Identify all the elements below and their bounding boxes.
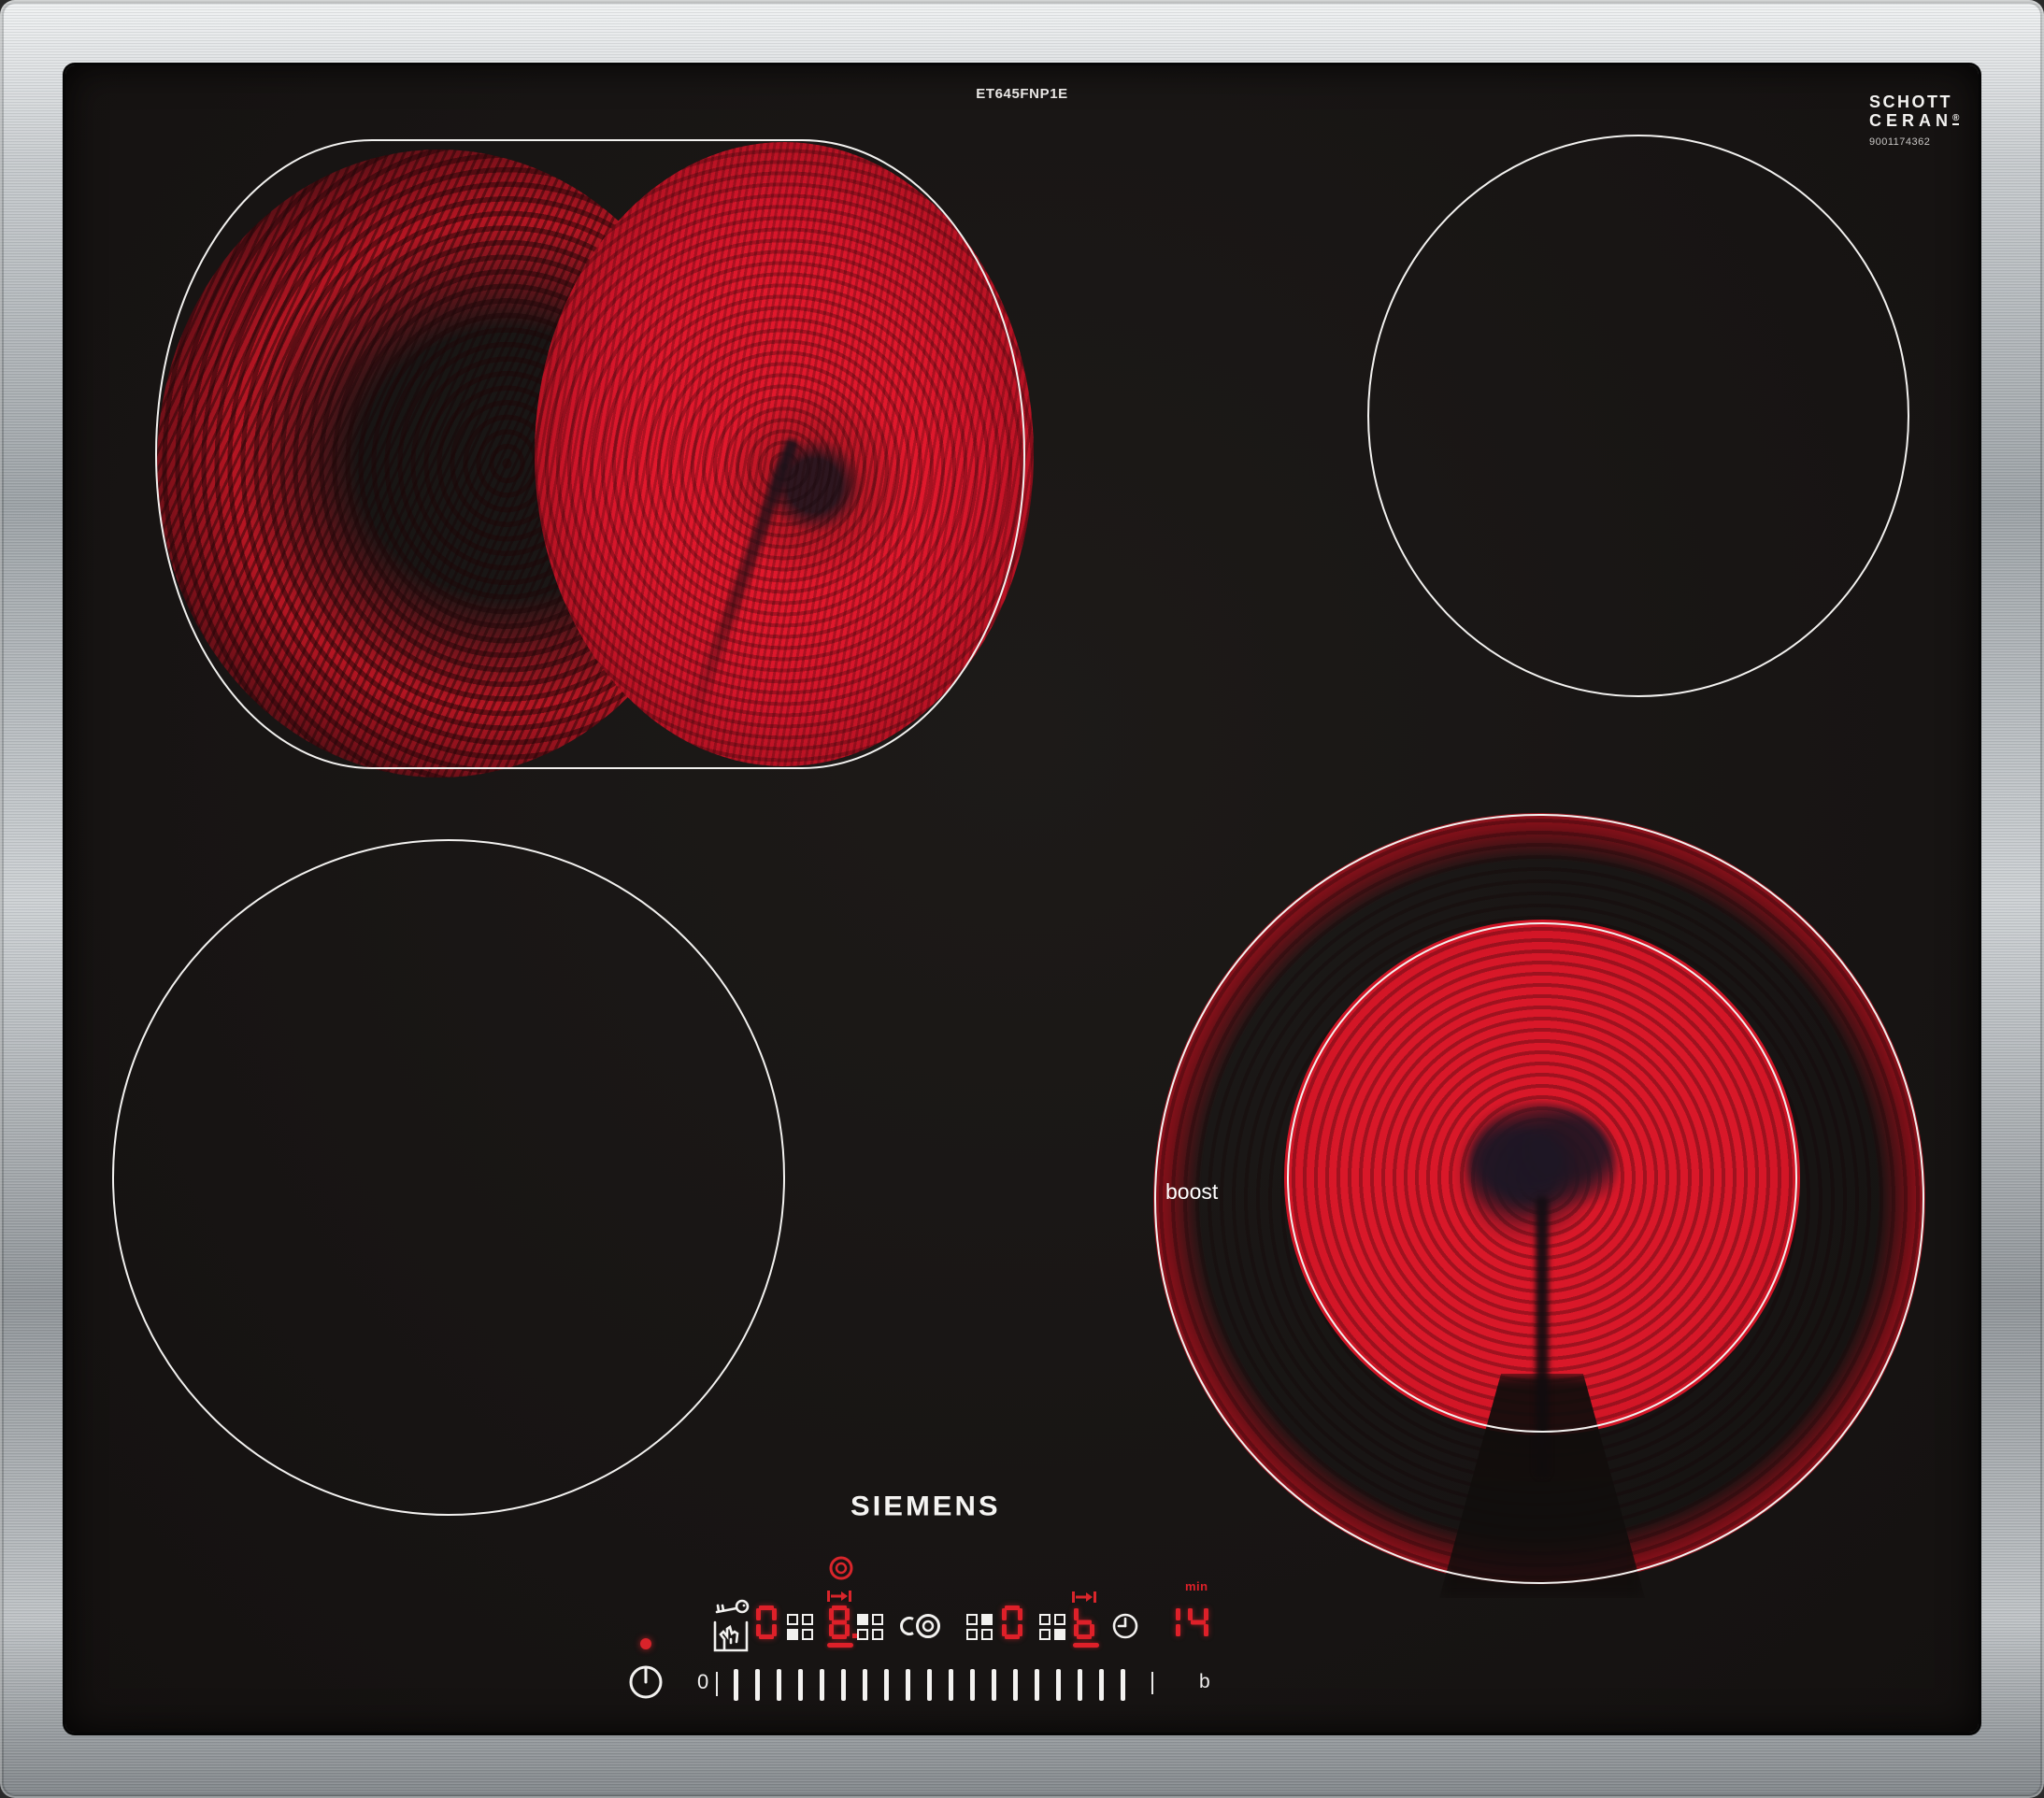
zone-square [1039, 1629, 1051, 1640]
glass-code: 9001174362 [1869, 136, 1931, 148]
slider-tick[interactable] [777, 1669, 781, 1701]
zone-square [981, 1629, 993, 1640]
model-number: ET645FNP1E [976, 86, 1068, 102]
timer-display [1159, 1605, 1215, 1640]
zone-indicator-3 [966, 1614, 993, 1640]
slider-tick[interactable] [734, 1669, 738, 1701]
slider-tick[interactable] [798, 1669, 803, 1701]
zone-extend-icon-2[interactable] [1071, 1590, 1097, 1605]
registered-mark: ® [1952, 113, 1960, 125]
timer-unit-label: min [1185, 1579, 1208, 1593]
slider-tick[interactable] [970, 1669, 975, 1701]
zone-square [787, 1614, 798, 1625]
slider-boost-label: b [1199, 1671, 1210, 1692]
slider-tick[interactable] [927, 1669, 932, 1701]
zone-square [872, 1614, 883, 1625]
zone-display-4 [1073, 1605, 1101, 1640]
zone-selected-underline-2 [1073, 1643, 1099, 1648]
slider-tick[interactable] [841, 1669, 846, 1701]
schott-logo-line1: SCHOTT [1869, 93, 1952, 111]
slider-tick[interactable] [1056, 1669, 1061, 1701]
front-right-element-shadow [1536, 1196, 1549, 1477]
zone-selected-underline-1 [827, 1643, 853, 1648]
schott-ceran-logo: SCHOTT CERAN® 9001174362 [1869, 93, 1960, 148]
zone-square [1054, 1614, 1065, 1625]
zone-square [1039, 1614, 1051, 1625]
front-left-zone-outline [112, 839, 785, 1516]
slider-tick[interactable] [992, 1669, 996, 1701]
zone-display-1 [755, 1605, 783, 1640]
zone-square [872, 1629, 883, 1640]
touch-hand-icon [719, 1624, 739, 1651]
zone-display-3 [1001, 1605, 1029, 1640]
zone-square-filled [1054, 1629, 1065, 1640]
back-right-zone-outline [1367, 135, 1909, 697]
schott-logo-line2: CERAN® [1869, 111, 1960, 130]
slider-tick[interactable] [1121, 1669, 1125, 1701]
zone-square [857, 1629, 868, 1640]
dual-zone-indicator-icon [829, 1556, 853, 1580]
zone-square-filled [857, 1614, 868, 1625]
slider-tick[interactable] [884, 1669, 889, 1701]
slider-tick[interactable] [1078, 1669, 1082, 1701]
slider-ticks[interactable] [734, 1669, 1125, 1701]
timer-clock-icon[interactable] [1111, 1612, 1139, 1640]
slider-tick[interactable] [906, 1669, 910, 1701]
zone-indicator-4 [1039, 1614, 1065, 1640]
slider-tick[interactable] [1099, 1669, 1104, 1701]
slider-tick[interactable] [755, 1669, 760, 1701]
slider-tick[interactable] [1013, 1669, 1018, 1701]
slider-tick[interactable] [863, 1669, 867, 1701]
zone-square [966, 1614, 978, 1625]
zone-extend-icon-1[interactable] [826, 1589, 852, 1604]
child-lock-key-icon[interactable] [710, 1598, 751, 1654]
zone-square [966, 1629, 978, 1640]
slider-zero-label: 0 [697, 1670, 709, 1693]
cooktop-frame: ET645FNP1E SCHOTT CERAN® 9001174362 SIEM… [0, 0, 2044, 1798]
power-slider[interactable]: 0 b [687, 1662, 1238, 1706]
slider-start-tick [716, 1672, 718, 1696]
zone-square-filled [787, 1629, 798, 1640]
power-button[interactable] [627, 1663, 665, 1701]
power-on-indicator-dot [640, 1638, 651, 1649]
zone-indicator-2 [857, 1614, 883, 1640]
zone-indicator-1 [787, 1614, 813, 1640]
brand-logo: SIEMENS [850, 1490, 1001, 1522]
slider-tick[interactable] [949, 1669, 953, 1701]
glass-surface: ET645FNP1E SCHOTT CERAN® 9001174362 SIEM… [65, 65, 1979, 1733]
zone-square-filled [981, 1614, 993, 1625]
slider-tick[interactable] [1035, 1669, 1039, 1701]
pan-zone-icon [900, 1614, 940, 1638]
slider-end-tick [1151, 1672, 1153, 1694]
slider-tick[interactable] [820, 1669, 824, 1701]
zone-square [802, 1614, 813, 1625]
boost-label: boost [1165, 1179, 1219, 1204]
zone-square [802, 1629, 813, 1640]
